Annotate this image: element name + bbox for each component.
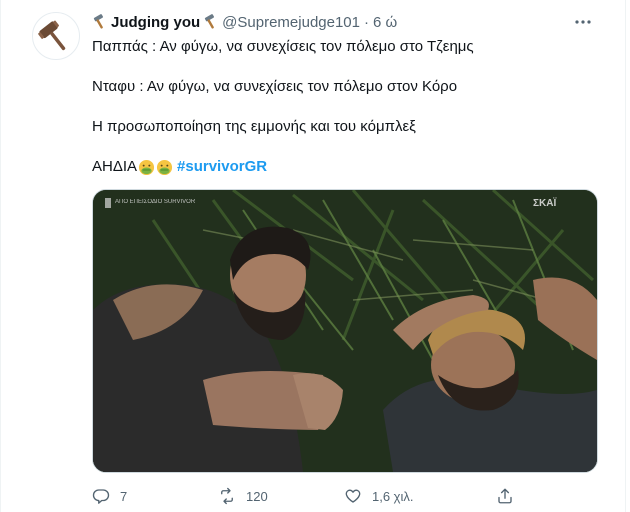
nauseated-face-icon <box>156 159 173 175</box>
like-button[interactable]: 1,6 χιλ. <box>344 484 414 508</box>
ellipsis-icon <box>575 20 591 24</box>
media-overlay-label: ΑΠΟ ΕΠΕΙΣΟΔΙΟ SURVIVOR <box>115 199 196 205</box>
display-name[interactable]: Judging you <box>111 14 200 31</box>
hammer-icon <box>205 14 215 29</box>
gavel-icon <box>38 20 66 51</box>
avatar[interactable] <box>32 12 80 60</box>
reply-icon <box>92 489 110 504</box>
tweet-actions-bar: 7 120 1,6 χιλ. <box>92 484 598 508</box>
nauseated-face-icon <box>138 159 155 175</box>
tweet-text-line: Νταφυ : Αν φύγω, να συνεχίσεις τον πόλεμ… <box>92 78 458 95</box>
tweet-text-line: ΑΗΔΙΑ #survivorGR <box>92 157 267 177</box>
hashtag-link[interactable]: #survivorGR <box>177 157 267 177</box>
tweet-media-image[interactable]: ΑΠΟ ΕΠΕΙΣΟΔΙΟ SURVIVOR ΣΚΑΪ <box>92 189 598 473</box>
hammer-icon <box>93 14 103 29</box>
share-button[interactable] <box>496 484 514 508</box>
like-count: 1,6 χιλ. <box>372 488 414 504</box>
tweet-text-word: ΑΗΔΙΑ <box>92 158 138 175</box>
timestamp[interactable]: 6 ώ <box>373 14 397 31</box>
retweet-button[interactable]: 120 <box>218 484 268 508</box>
timeline-border-right <box>625 0 626 512</box>
timeline-border-left <box>0 0 1 512</box>
tweet-text-line: Παππάς : Αν φύγω, να συνεχίσεις τον πόλε… <box>92 38 474 55</box>
tweet-text-line: Η προσωποποίηση της εμμονής και του κόμπ… <box>92 118 416 135</box>
channel-logo: ΣΚΑΪ <box>533 196 556 209</box>
tweet-header: Judging you @Supremejudge101 · 6 ώ <box>92 12 397 32</box>
share-icon <box>498 488 512 504</box>
reply-button[interactable]: 7 <box>92 484 127 508</box>
reply-count: 7 <box>120 488 128 504</box>
retweet-count: 120 <box>246 488 268 504</box>
user-handle[interactable]: @Supremejudge101 <box>222 14 360 31</box>
retweet-icon <box>221 487 233 505</box>
heart-icon <box>345 489 361 503</box>
more-options-button[interactable] <box>571 10 595 34</box>
separator-dot: · <box>364 13 369 31</box>
